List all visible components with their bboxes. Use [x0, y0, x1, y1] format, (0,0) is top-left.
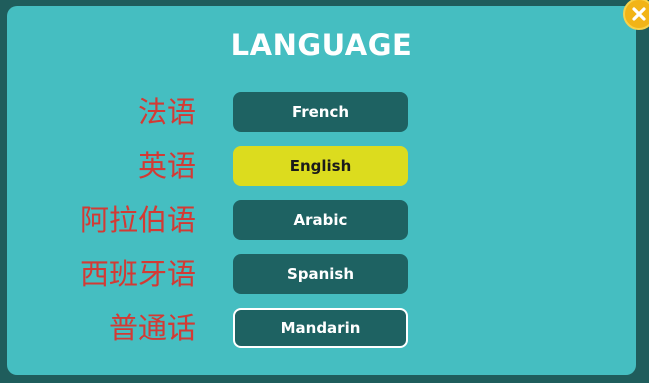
language-row-french: 法语 French [7, 92, 636, 132]
mandarin-button[interactable]: Mandarin [233, 308, 408, 348]
language-row-english: 英语 English [7, 146, 636, 186]
spanish-button[interactable]: Spanish [233, 254, 408, 294]
english-button[interactable]: English [233, 146, 408, 186]
dialog-title: LANGUAGE [230, 28, 413, 62]
close-button[interactable] [623, 0, 649, 30]
language-dialog: LANGUAGE 法语 French 英语 English 阿拉伯语 Arabi… [7, 0, 649, 375]
language-row-mandarin: 普通话 Mandarin [7, 308, 636, 348]
native-label-arabic: 阿拉伯语 [79, 203, 196, 237]
french-button[interactable]: French [233, 92, 408, 132]
language-row-spanish: 西班牙语 Spanish [7, 254, 636, 294]
language-row-arabic: 阿拉伯语 Arabic [7, 200, 636, 240]
arabic-button[interactable]: Arabic [233, 200, 408, 240]
native-label-mandarin: 普通话 [108, 311, 196, 345]
native-label-spanish: 西班牙语 [79, 257, 196, 291]
close-icon [632, 7, 646, 21]
native-label-english: 英语 [137, 149, 196, 183]
native-label-french: 法语 [137, 95, 196, 129]
